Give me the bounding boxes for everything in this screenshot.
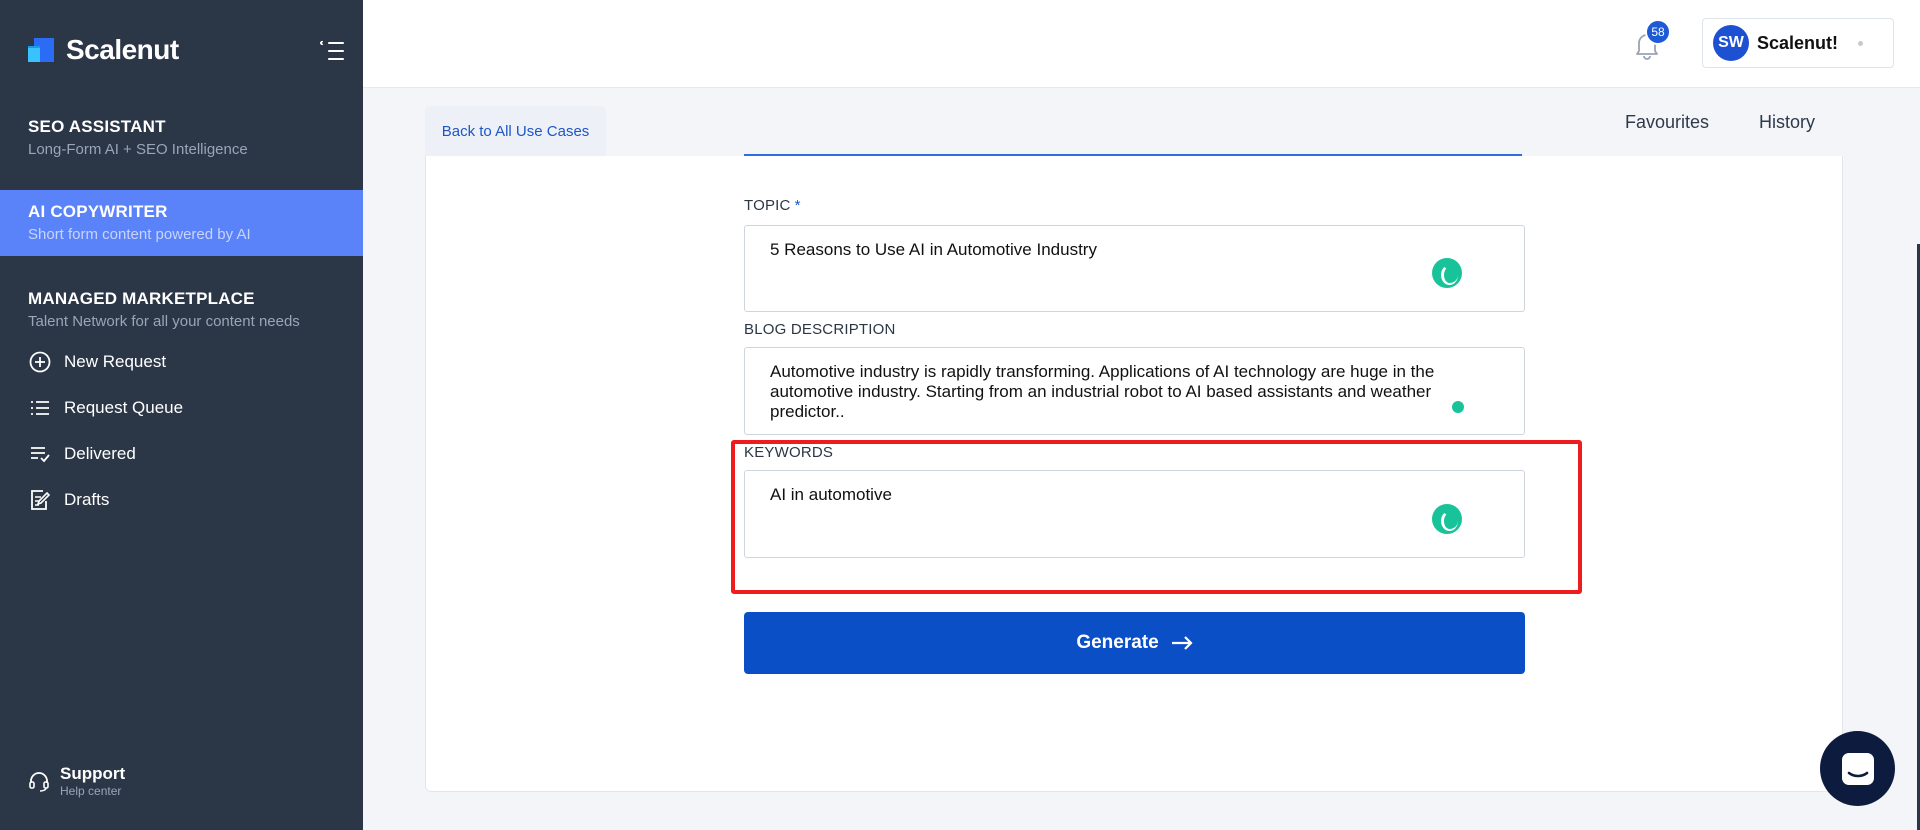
list-icon: [28, 396, 52, 420]
blog-description-value: Automotive industry is rapidly transform…: [770, 362, 1435, 421]
tab-history[interactable]: History: [1759, 112, 1815, 133]
required-mark: *: [794, 197, 801, 214]
headset-icon: [28, 770, 50, 792]
section-seo-assistant[interactable]: SEO ASSISTANT Long-Form AI + SEO Intelli…: [0, 117, 363, 158]
account-name: Scalenut!: [1757, 32, 1839, 53]
keywords-input[interactable]: AI in automotive: [744, 470, 1525, 558]
sidebar-item-request-queue[interactable]: Request Queue: [28, 396, 183, 420]
keywords-input-value: AI in automotive: [770, 485, 892, 504]
plus-circle-icon: [28, 350, 52, 374]
previous-field-underline: [744, 154, 1522, 156]
sidebar: Scalenut SEO ASSISTANT Long-Form AI + SE…: [0, 0, 363, 830]
section-title: SEO ASSISTANT: [28, 117, 166, 136]
dropdown-indicator-icon: [1858, 41, 1863, 46]
brand-logo[interactable]: Scalenut: [28, 34, 179, 66]
support-link[interactable]: Support Help center: [28, 764, 125, 798]
brand-name: Scalenut: [66, 34, 179, 65]
section-ai-copywriter[interactable]: AI COPYWRITER Short form content powered…: [0, 190, 363, 256]
scalenut-logo-icon: [28, 36, 56, 64]
topic-label-text: TOPIC: [744, 197, 791, 214]
section-subtitle: Short form content powered by AI: [28, 226, 251, 243]
account-menu[interactable]: SW Scalenut!: [1702, 18, 1894, 68]
arrow-right-icon: [1171, 636, 1193, 650]
sidebar-item-new-request[interactable]: New Request: [28, 350, 166, 374]
section-title: AI COPYWRITER: [28, 202, 168, 221]
chat-icon: [1841, 752, 1874, 785]
tab-favourites[interactable]: Favourites: [1625, 112, 1709, 133]
checklist-icon: [28, 442, 52, 466]
support-subtitle: Help center: [60, 784, 122, 798]
chat-widget-button[interactable]: [1820, 731, 1895, 806]
sidebar-item-label: Delivered: [64, 444, 136, 463]
sidebar-item-label: Request Queue: [64, 398, 184, 417]
sidebar-item-drafts[interactable]: Drafts: [28, 488, 109, 512]
sidebar-item-label: Drafts: [64, 490, 110, 509]
top-bar: [363, 0, 1920, 88]
generate-button[interactable]: Generate: [744, 612, 1525, 674]
section-managed-marketplace[interactable]: MANAGED MARKETPLACE Talent Network for a…: [0, 289, 363, 330]
section-title: MANAGED MARKETPLACE: [28, 289, 255, 308]
grammar-check-icon[interactable]: [1432, 504, 1462, 534]
topic-input[interactable]: 5 Reasons to Use AI in Automotive Indust…: [744, 225, 1525, 312]
support-title: Support: [60, 764, 126, 783]
topic-label: TOPIC *: [744, 197, 801, 214]
topic-input-value: 5 Reasons to Use AI in Automotive Indust…: [770, 240, 1097, 259]
blog-description-input[interactable]: Automotive industry is rapidly transform…: [744, 347, 1525, 435]
grammar-check-icon[interactable]: [1432, 258, 1462, 288]
avatar: SW: [1713, 25, 1749, 61]
section-subtitle: Talent Network for all your content need…: [28, 313, 300, 330]
back-to-use-cases-link[interactable]: Back to All Use Cases: [425, 106, 606, 156]
menu-collapse-icon[interactable]: [319, 40, 344, 62]
keywords-label: KEYWORDS: [744, 444, 834, 461]
sidebar-item-label: New Request: [64, 352, 167, 371]
notification-badge: 58: [1645, 19, 1671, 45]
blog-description-label: BLOG DESCRIPTION: [744, 321, 896, 338]
edit-document-icon: [28, 488, 52, 512]
generate-button-label: Generate: [1076, 632, 1159, 653]
section-subtitle: Long-Form AI + SEO Intelligence: [28, 141, 248, 158]
grammar-check-icon[interactable]: [1452, 401, 1464, 413]
sidebar-item-delivered[interactable]: Delivered: [28, 442, 136, 466]
